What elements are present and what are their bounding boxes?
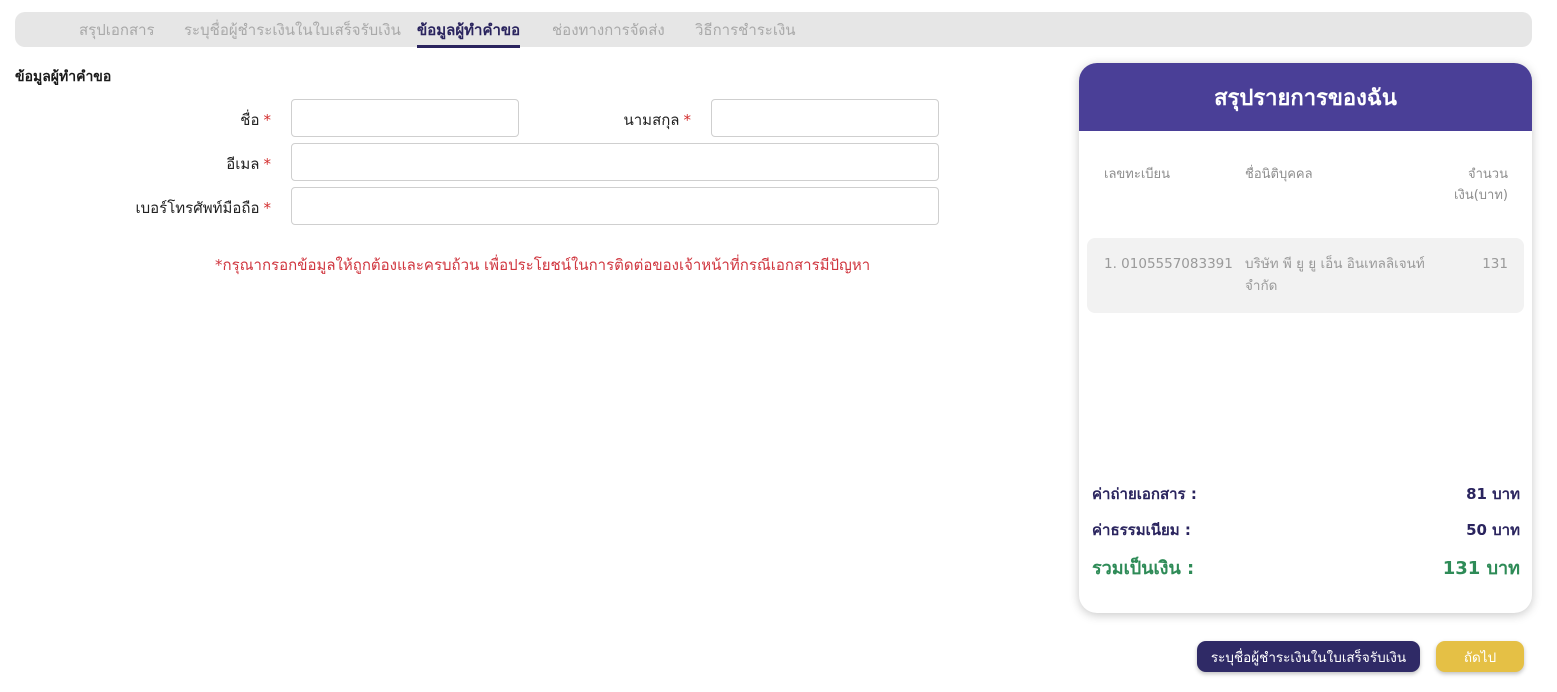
phone-label: เบอร์โทรศัพท์มือถือ *	[136, 196, 272, 220]
item-amount: 131	[1482, 256, 1508, 272]
step-tab-payment[interactable]: วิธีการชำระเงิน	[695, 18, 796, 47]
form-note: *กรุณากรอกข้อมูลให้ถูกต้องและครบถ้วน เพื…	[215, 256, 871, 274]
next-button[interactable]: ถัดไป	[1436, 641, 1524, 672]
first-name-label-text: ชื่อ	[240, 111, 260, 129]
total-value: 131 บาท	[1442, 558, 1520, 579]
step-tab-requester-info[interactable]: ข้อมูลผู้ทำคำขอ	[417, 18, 521, 48]
last-name-label-text: นามสกุล	[623, 111, 680, 129]
column-company: ชื่อนิติบุคคล	[1245, 167, 1313, 182]
column-amount: จำนวน เงิน(บาท)	[1454, 164, 1508, 206]
column-reg-no: เลขทะเบียน	[1104, 167, 1171, 182]
phone-input[interactable]	[291, 187, 939, 225]
step-tab-delivery[interactable]: ช่องทางการจัดส่ง	[552, 18, 665, 47]
back-to-payer-button[interactable]: ระบุชื่อผู้ชำระเงินในใบเสร็จรับเงิน	[1197, 641, 1420, 672]
item-company-line2: จำกัด	[1245, 278, 1278, 294]
item-company: บริษัท พี ยู ยู เอ็น อินเทลลิเจนท์ จำกัด	[1245, 253, 1425, 297]
required-mark: *	[263, 155, 272, 173]
copy-fee-value: 81 บาท	[1466, 485, 1520, 503]
item-company-line1: บริษัท พี ยู ยู เอ็น อินเทลลิเจนท์	[1245, 256, 1425, 272]
phone-label-text: เบอร์โทรศัพท์มือถือ	[135, 199, 260, 217]
email-label: อีเมล *	[226, 152, 271, 176]
order-summary-card: สรุปรายการของฉัน เลขทะเบียน ชื่อนิติบุคค…	[1079, 63, 1532, 613]
required-mark: *	[263, 111, 272, 129]
first-name-input[interactable]	[291, 99, 519, 137]
step-navigation: สรุปเอกสาร ระบุชื่อผู้ชำระเงินในใบเสร็จร…	[15, 12, 1532, 48]
email-input[interactable]	[291, 143, 939, 181]
email-label-text: อีเมล	[226, 155, 260, 173]
copy-fee-label: ค่าถ่ายเอกสาร :	[1092, 485, 1197, 503]
summary-title: สรุปรายการของฉัน	[1079, 63, 1532, 131]
last-name-input[interactable]	[711, 99, 939, 137]
summary-item-row: 1. 0105557083391 บริษัท พี ยู ยู เอ็น อิ…	[1087, 238, 1524, 313]
required-mark: *	[263, 199, 272, 217]
service-fee-label: ค่าธรรมเนียม :	[1092, 521, 1191, 539]
total-label: รวมเป็นเงิน :	[1092, 558, 1195, 579]
first-name-label: ชื่อ *	[240, 108, 271, 132]
item-reg-no: 1. 0105557083391	[1104, 256, 1233, 272]
column-amount-line1: จำนวน	[1468, 167, 1508, 182]
last-name-label: นามสกุล *	[624, 108, 692, 132]
step-tab-summary[interactable]: สรุปเอกสาร	[79, 18, 155, 47]
column-amount-line2: เงิน(บาท)	[1454, 188, 1508, 203]
step-tab-payer-name[interactable]: ระบุชื่อผู้ชำระเงินในใบเสร็จรับเงิน	[184, 18, 401, 47]
required-mark: *	[683, 111, 692, 129]
service-fee-value: 50 บาท	[1466, 521, 1520, 539]
form-title: ข้อมูลผู้ทำคำขอ	[15, 69, 112, 85]
